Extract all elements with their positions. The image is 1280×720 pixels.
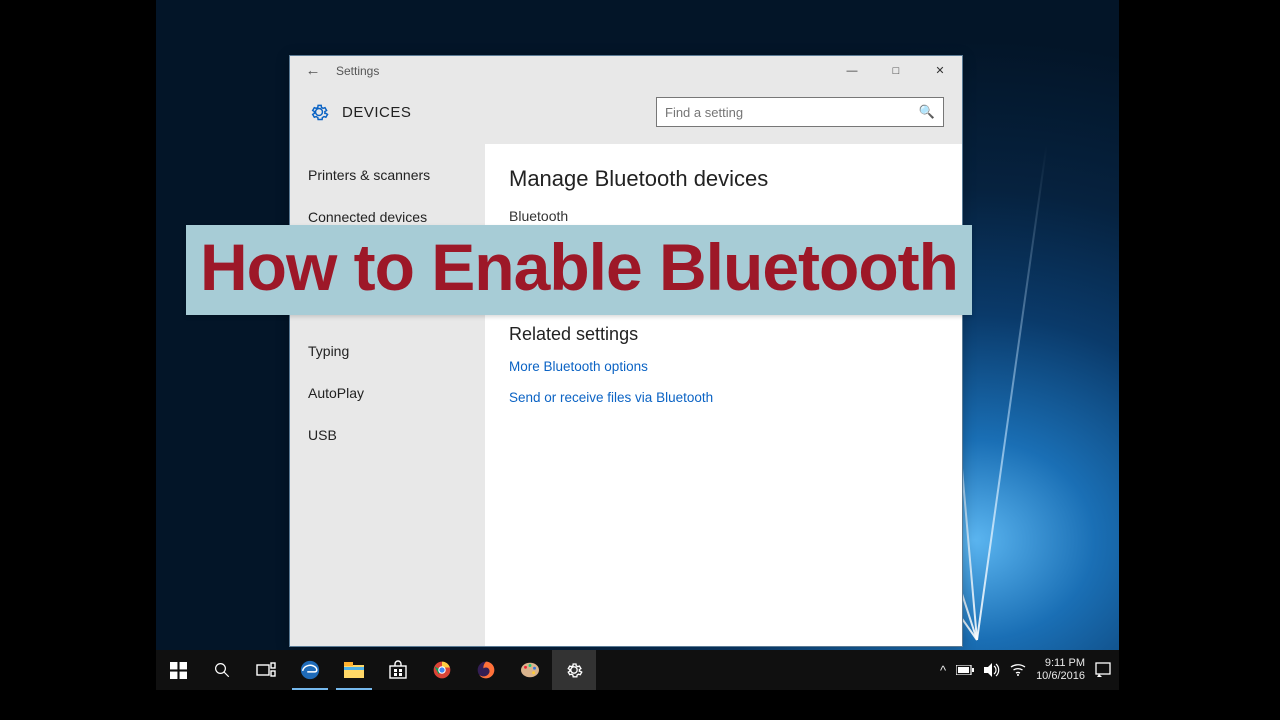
palette-icon (519, 661, 541, 679)
taskbar-app-store[interactable] (376, 650, 420, 690)
windows-icon (170, 662, 187, 679)
sidebar-item-autoplay[interactable]: AutoPlay (290, 372, 485, 414)
taskbar-app-firefox[interactable] (464, 650, 508, 690)
search-icon (213, 661, 231, 679)
taskbar-app-settings[interactable] (552, 650, 596, 690)
link-more-options[interactable]: More Bluetooth options (509, 359, 938, 374)
link-send-receive[interactable]: Send or receive files via Bluetooth (509, 390, 938, 405)
search-input[interactable] (665, 105, 919, 120)
tray-date: 10/6/2016 (1036, 670, 1085, 683)
tray-clock[interactable]: 9:11 PM 10/6/2016 (1036, 657, 1085, 683)
search-icon: 🔍 (919, 104, 935, 120)
tray-wifi-icon[interactable] (1010, 664, 1026, 676)
chrome-icon (432, 660, 452, 680)
sidebar-item-printers[interactable]: Printers & scanners (290, 154, 485, 196)
system-tray: ^ 9:11 PM 10/6/2016 (940, 657, 1119, 683)
gear-icon (308, 101, 330, 123)
sidebar-item-usb[interactable]: USB (290, 414, 485, 456)
tray-battery-icon[interactable] (956, 665, 974, 675)
search-button[interactable] (200, 650, 244, 690)
tray-time: 9:11 PM (1036, 657, 1085, 670)
section-title: DEVICES (342, 104, 411, 121)
taskbar: ^ 9:11 PM 10/6/2016 (156, 650, 1119, 690)
sidebar-item-typing[interactable]: Typing (290, 330, 485, 372)
header: DEVICES 🔍 (290, 86, 962, 144)
banner-text: How to Enable Bluetooth (200, 229, 958, 305)
start-button[interactable] (156, 650, 200, 690)
tray-chevron-icon[interactable]: ^ (940, 663, 946, 678)
task-view-button[interactable] (244, 650, 288, 690)
task-view-icon (256, 662, 276, 678)
tray-volume-icon[interactable] (984, 663, 1000, 677)
main-panel: Manage Bluetooth devices Bluetooth Relat… (485, 144, 962, 646)
tray-notifications-icon[interactable] (1095, 662, 1111, 678)
close-button[interactable]: ✕ (918, 56, 962, 86)
taskbar-app-paint[interactable] (508, 650, 552, 690)
overlay-banner: How to Enable Bluetooth (186, 225, 972, 315)
minimize-button[interactable]: — (830, 56, 874, 86)
store-icon (388, 660, 408, 680)
related-heading: Related settings (509, 324, 938, 345)
page-heading: Manage Bluetooth devices (509, 166, 938, 192)
sidebar: Printers & scanners Connected devices Ty… (290, 144, 485, 646)
folder-icon (343, 661, 365, 679)
gear-icon (564, 660, 584, 680)
bluetooth-toggle-label: Bluetooth (509, 208, 938, 224)
search-box[interactable]: 🔍 (656, 97, 944, 127)
back-button[interactable]: ← (290, 56, 336, 86)
taskbar-app-explorer[interactable] (332, 650, 376, 690)
settings-window: ← Settings — □ ✕ DEVICES 🔍 Printers & sc… (289, 55, 963, 647)
edge-icon (299, 659, 321, 681)
maximize-button[interactable]: □ (874, 56, 918, 86)
taskbar-app-edge[interactable] (288, 650, 332, 690)
firefox-icon (476, 660, 496, 680)
taskbar-app-chrome[interactable] (420, 650, 464, 690)
window-title: Settings (336, 64, 379, 78)
titlebar: ← Settings — □ ✕ (290, 56, 962, 86)
